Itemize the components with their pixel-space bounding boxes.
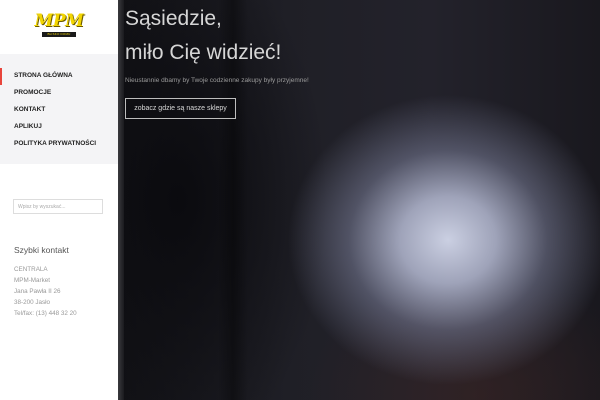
mpm-logo[interactable]: MPM BLISKO DOMU	[30, 12, 88, 38]
nav-item-label: APLIKUJ	[14, 123, 42, 130]
nav-item-aplikuj[interactable]: APLIKUJ	[0, 119, 118, 136]
nav-item-label: STRONA GŁÓWNA	[14, 72, 73, 79]
contact-phone: Tel/fax: (13) 448 32 20	[14, 310, 77, 317]
main-navigation: STRONA GŁÓWNA PROMOCJE KONTAKT APLIKUJ P…	[0, 54, 118, 164]
quick-contact-title: Szybki kontakt	[14, 245, 69, 255]
nav-item-label: KONTAKT	[14, 106, 46, 113]
logo-text: MPM	[34, 11, 84, 31]
hero-edge-shade	[118, 0, 124, 400]
contact-line: 38-200 Jasło	[14, 299, 51, 306]
nav-item-strona-glowna[interactable]: STRONA GŁÓWNA	[0, 68, 118, 85]
search-input[interactable]	[14, 200, 102, 213]
sidebar: MPM BLISKO DOMU STRONA GŁÓWNA PROMOCJE K…	[0, 0, 118, 400]
logo-tagline: BLISKO DOMU	[42, 32, 76, 37]
hero-subtitle: Nieustannie dbamy by Twoje codzienne zak…	[125, 77, 309, 84]
hero-heading-line-2: miło Cię widzieć!	[125, 41, 282, 64]
nav-item-label: PROMOCJE	[14, 89, 52, 96]
nav-item-kontakt[interactable]: KONTAKT	[0, 102, 118, 119]
nav-item-label: POLITYKA PRYWATNOŚCI	[14, 140, 97, 147]
contact-line: MPM-Market	[14, 277, 51, 284]
nav-item-polityka-prywatnosci[interactable]: POLITYKA PRYWATNOŚCI	[0, 136, 118, 153]
store-locator-button[interactable]: zobacz gdzie są nasze sklepy	[125, 98, 236, 119]
contact-line: CENTRALA	[14, 266, 48, 273]
hero-heading-line-1: Sąsiedzie,	[125, 7, 222, 30]
contact-line: Jana Pawła II 26	[14, 288, 61, 295]
hero-banner: Sąsiedzie, miło Cię widzieć! Nieustannie…	[118, 0, 600, 400]
active-indicator	[0, 68, 2, 85]
nav-item-promocje[interactable]: PROMOCJE	[0, 85, 118, 102]
search-box	[13, 199, 103, 214]
